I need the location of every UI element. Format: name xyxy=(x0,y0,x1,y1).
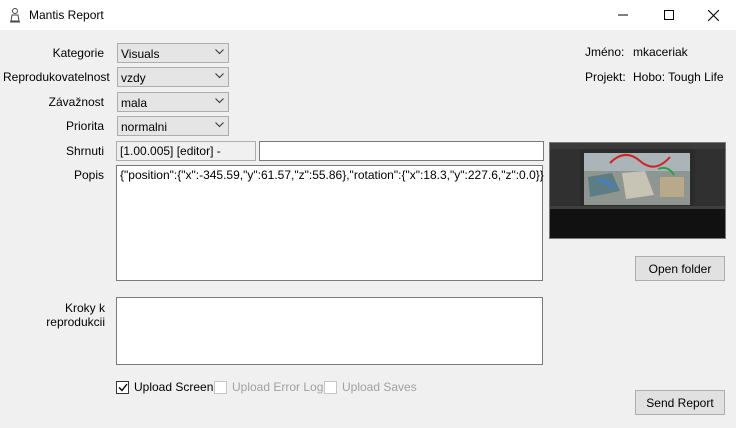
summary-label: Shrnuti xyxy=(65,144,104,158)
window-title: Mantis Report xyxy=(29,8,104,22)
severity-value: mala xyxy=(121,96,148,110)
severity-select[interactable]: mala xyxy=(117,92,229,112)
checkmark-icon xyxy=(118,383,128,392)
description-value: {"position":{"x":-345.59,"y":61.57,"z":5… xyxy=(120,168,544,182)
minimize-button[interactable] xyxy=(600,0,646,30)
close-icon xyxy=(707,9,719,21)
send-report-button[interactable]: Send Report xyxy=(635,390,725,415)
chevron-down-icon xyxy=(215,73,224,79)
category-value: Visuals xyxy=(121,47,160,61)
name-value: mkaceriak xyxy=(633,45,688,59)
name-label: Jméno: xyxy=(585,45,625,59)
steps-textarea[interactable] xyxy=(116,297,543,365)
open-folder-button[interactable]: Open folder xyxy=(635,256,725,281)
screenshot-preview-image xyxy=(550,143,725,238)
upload-screen-checkbox[interactable]: Upload Screen xyxy=(116,380,213,394)
checkbox-unchecked[interactable] xyxy=(214,380,227,394)
steps-label: Kroky k reprodukcii xyxy=(46,301,105,329)
project-label: Projekt: xyxy=(585,70,626,84)
description-textarea[interactable]: {"position":{"x":-345.59,"y":61.57,"z":5… xyxy=(116,165,544,281)
reproducibility-label: Reprodukovatelnost xyxy=(3,70,110,84)
project-value: Hobo: Tough Life xyxy=(633,70,724,84)
reproducibility-value: vzdy xyxy=(121,71,146,85)
summary-input[interactable] xyxy=(259,141,544,161)
minimize-icon xyxy=(618,14,628,16)
summary-prefix: [1.00.005] [editor] - xyxy=(120,144,221,158)
priority-value: normalni xyxy=(121,120,168,134)
description-label: Popis xyxy=(73,168,104,182)
checkbox-checked[interactable] xyxy=(116,380,129,394)
category-select[interactable]: Visuals xyxy=(117,43,229,63)
checkbox-unchecked[interactable] xyxy=(324,380,337,394)
reproducibility-select[interactable]: vzdy xyxy=(117,67,229,87)
upload-error-log-label: Upload Error Log xyxy=(232,380,324,394)
chevron-down-icon xyxy=(215,49,224,55)
chevron-down-icon xyxy=(215,98,224,104)
upload-saves-label: Upload Saves xyxy=(342,380,417,394)
maximize-button[interactable] xyxy=(646,0,692,30)
priority-label: Priorita xyxy=(65,119,104,133)
priority-select[interactable]: normalni xyxy=(117,116,229,136)
summary-prefix-field: [1.00.005] [editor] - xyxy=(116,141,256,161)
upload-error-log-checkbox[interactable]: Upload Error Log xyxy=(214,380,323,394)
screenshot-thumbnail xyxy=(549,142,726,239)
chevron-down-icon xyxy=(215,122,224,128)
upload-screen-label: Upload Screen xyxy=(134,380,214,394)
mantis-icon xyxy=(10,8,20,23)
title-bar: Mantis Report xyxy=(0,0,736,30)
close-button[interactable] xyxy=(690,0,736,30)
category-label: Kategorie xyxy=(52,46,104,60)
severity-label: Závažnost xyxy=(48,95,104,109)
upload-saves-checkbox[interactable]: Upload Saves xyxy=(324,380,417,394)
maximize-icon xyxy=(664,10,674,20)
